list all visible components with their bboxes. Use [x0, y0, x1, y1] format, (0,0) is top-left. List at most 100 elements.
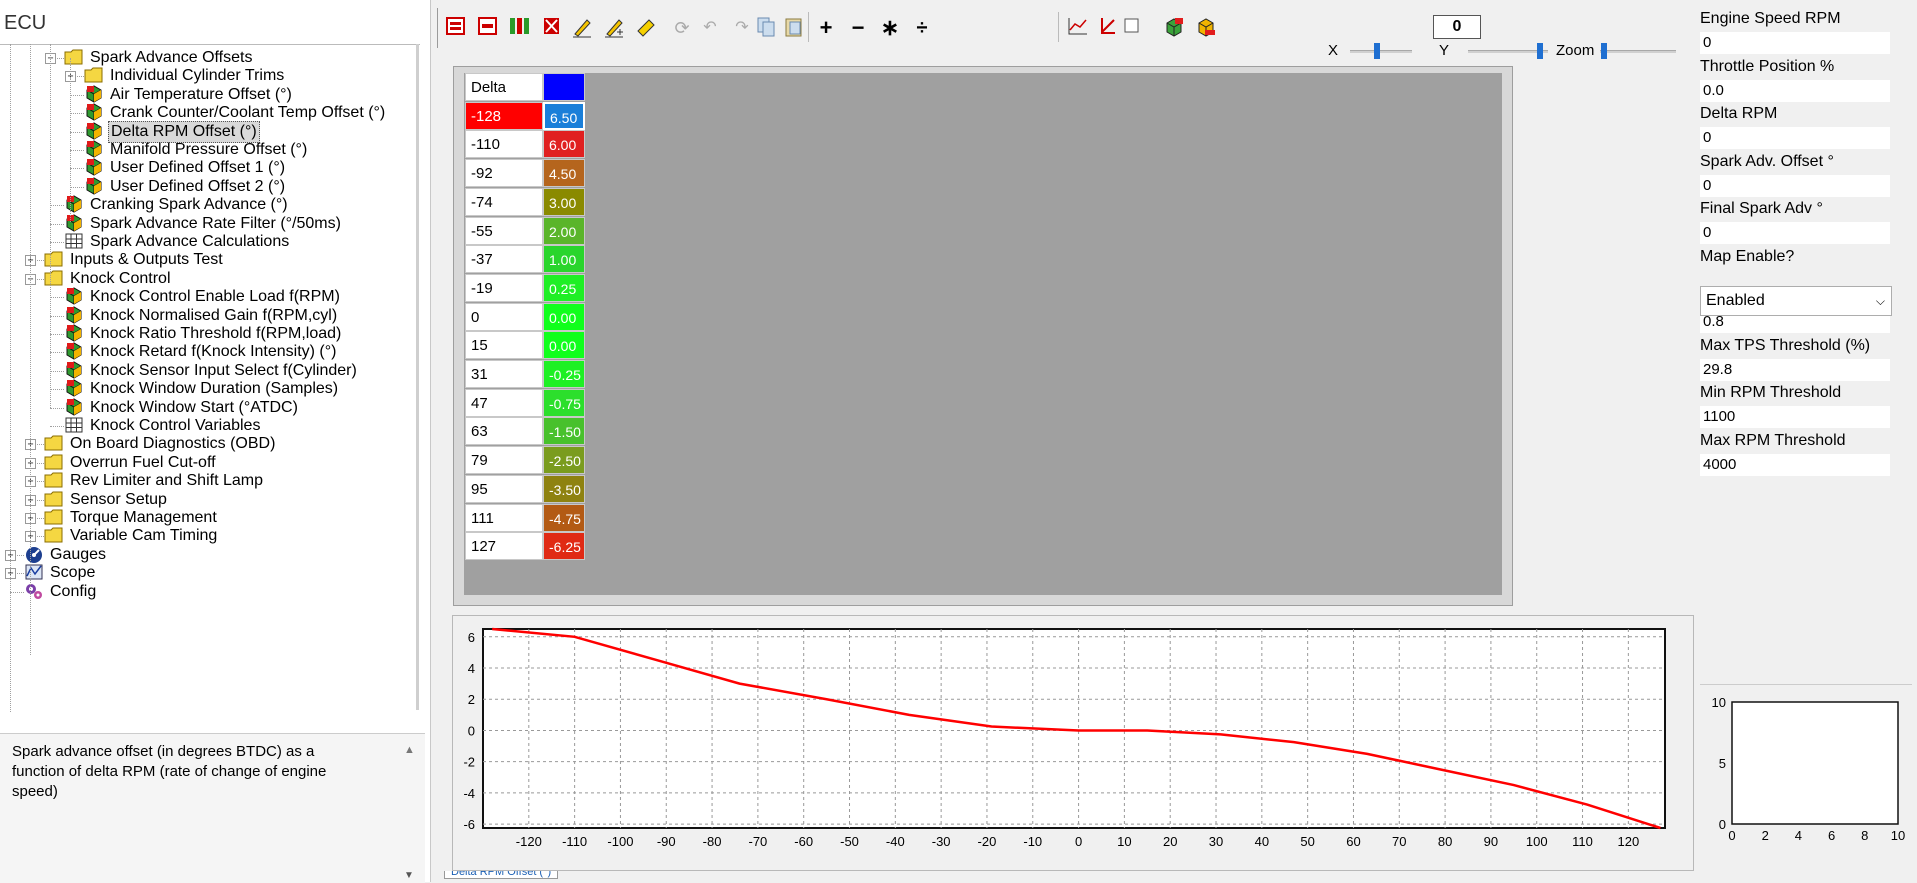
- operand-input[interactable]: 0: [1433, 15, 1481, 39]
- scroll-up-icon[interactable]: ▲: [404, 744, 415, 756]
- map-enable-value: Enabled: [1706, 292, 1765, 309]
- multiply-icon[interactable]: ∗: [878, 16, 902, 40]
- table-value-cell[interactable]: -6.25: [543, 532, 585, 561]
- delete-column-icon[interactable]: [540, 16, 564, 40]
- clear-chart-icon[interactable]: [1096, 16, 1120, 40]
- x-tick-label: -60: [794, 834, 813, 849]
- tab-delta-rpm-offset[interactable]: Delta RPM Offset (°): [444, 871, 559, 879]
- undo-icon[interactable]: ↶: [698, 16, 722, 40]
- folder-icon: [64, 47, 84, 69]
- checkbox-icon[interactable]: [1120, 16, 1144, 40]
- table-axis-cell[interactable]: 95: [465, 474, 543, 503]
- table-value-cell[interactable]: 2.00: [543, 216, 585, 245]
- copy-icon[interactable]: [754, 16, 778, 40]
- insert-column-icon[interactable]: [508, 16, 532, 40]
- table-value-cell[interactable]: 0.00: [543, 302, 585, 331]
- subtract-icon[interactable]: −: [846, 16, 870, 40]
- table-axis-cell[interactable]: 31: [465, 360, 543, 388]
- y-slider-track[interactable]: [1468, 50, 1548, 53]
- tree-connector: [50, 297, 64, 299]
- tree-scrollbar[interactable]: [416, 44, 419, 710]
- table-value-cell[interactable]: -3.50: [543, 474, 585, 503]
- save-map-icon[interactable]: [1194, 16, 1218, 40]
- redo-icon[interactable]: ↷: [730, 16, 754, 40]
- delta-rpm-field[interactable]: 0: [1700, 127, 1890, 149]
- y-tick-label: 4: [468, 661, 475, 676]
- table-axis-cell[interactable]: 15: [465, 331, 543, 360]
- table-value-cell[interactable]: -0.75: [543, 388, 585, 417]
- mini-x-tick-label: 6: [1828, 828, 1835, 843]
- table-axis-cell[interactable]: 127: [465, 532, 543, 561]
- table-value-cell[interactable]: 0.25: [543, 273, 585, 302]
- y-tick-label: 0: [468, 723, 475, 738]
- tree-connector: [50, 242, 64, 243]
- edit-pen-icon[interactable]: [570, 16, 594, 40]
- table-value-cell[interactable]: 4.50: [543, 159, 585, 188]
- table-value-cell[interactable]: -4.75: [543, 503, 585, 532]
- table-value-cell[interactable]: -0.25: [543, 360, 585, 388]
- table-axis-cell[interactable]: -19: [465, 273, 543, 302]
- table-header-value[interactable]: [543, 73, 585, 101]
- refresh-icon[interactable]: ⟳: [670, 16, 694, 40]
- table-axis-cell[interactable]: -37: [465, 245, 543, 274]
- chart-view-icon[interactable]: [1066, 16, 1090, 40]
- table-axis-cell[interactable]: 63: [465, 417, 543, 446]
- y-tick-label: 6: [468, 630, 475, 645]
- divide-icon[interactable]: ÷: [910, 16, 934, 40]
- table-axis-cell[interactable]: -74: [465, 187, 543, 216]
- zoom-slider-thumb[interactable]: [1601, 43, 1607, 59]
- y-slider-thumb[interactable]: [1537, 43, 1543, 59]
- tree-connector: [70, 94, 84, 96]
- max-rpm-threshold-field[interactable]: 4000: [1700, 453, 1890, 476]
- paste-icon[interactable]: [782, 16, 806, 40]
- x-tick-label: 50: [1300, 834, 1314, 849]
- table-value-cell[interactable]: 3.00: [543, 187, 585, 216]
- x-tick-label: 90: [1484, 834, 1498, 849]
- copy-map-icon[interactable]: [444, 16, 468, 40]
- mini-x-tick-label: 10: [1891, 828, 1905, 843]
- table-value-cell[interactable]: 0.00: [543, 331, 585, 360]
- config-gears-icon: [24, 581, 44, 603]
- paste-map-icon[interactable]: [476, 16, 500, 40]
- x-slider-thumb[interactable]: [1374, 43, 1380, 59]
- throttle-position-field[interactable]: 0.0: [1700, 79, 1890, 102]
- table-axis-cell[interactable]: -110: [465, 130, 543, 159]
- scroll-down-icon[interactable]: ▼: [404, 870, 414, 881]
- x-tick-label: -120: [516, 834, 542, 849]
- table-axis-cell[interactable]: -55: [465, 216, 543, 245]
- eraser-icon[interactable]: [634, 16, 658, 40]
- table-axis-cell[interactable]: 47: [465, 388, 543, 417]
- edit-multi-pen-icon[interactable]: [602, 16, 626, 40]
- mini-x-tick-label: 8: [1861, 828, 1868, 843]
- final-spark-adv-field[interactable]: 0: [1700, 222, 1890, 244]
- max-tps-threshold-label: Max TPS Threshold (%): [1700, 336, 1871, 354]
- engine-speed-rpm-field[interactable]: 0: [1700, 32, 1890, 54]
- table-axis-cell[interactable]: 0: [465, 302, 543, 331]
- map-enable-select[interactable]: Enabled ⌵: [1700, 286, 1892, 316]
- tree-item-config[interactable]: Config: [24, 581, 98, 603]
- table-value-cell[interactable]: -1.50: [543, 417, 585, 446]
- table-axis-cell[interactable]: -92: [465, 159, 543, 188]
- spark-adv-offset-field[interactable]: 0: [1700, 174, 1890, 197]
- add-icon[interactable]: +: [814, 16, 838, 40]
- load-map-icon[interactable]: [1162, 16, 1186, 40]
- table-value-cell[interactable]: -2.50: [543, 446, 585, 475]
- tree-item-label: Config: [50, 582, 97, 600]
- y-tick-label: -4: [463, 786, 475, 801]
- table-axis-cell[interactable]: 111: [465, 503, 543, 532]
- final-spark-adv-label: Final Spark Adv °: [1700, 200, 1823, 217]
- table-value-cell[interactable]: 6.50: [543, 101, 585, 130]
- table-value-cell[interactable]: 6.00: [543, 130, 585, 159]
- min-rpm-threshold-field[interactable]: 1100: [1700, 406, 1890, 428]
- x-tick-label: 120: [1617, 834, 1639, 849]
- table-axis-cell[interactable]: 79: [465, 446, 543, 475]
- table-value-cell[interactable]: 1.00: [543, 245, 585, 274]
- tree-connector: [50, 352, 64, 354]
- table-axis-cell[interactable]: -128: [465, 101, 543, 130]
- max-tps-threshold-field[interactable]: 29.8: [1700, 358, 1890, 381]
- x-tick-label: 60: [1346, 834, 1360, 849]
- x-slider-track[interactable]: [1350, 50, 1412, 53]
- zoom-slider-track[interactable]: [1600, 50, 1676, 53]
- x-tick-label: 100: [1526, 834, 1548, 849]
- toolbar-divider: [1058, 12, 1059, 42]
